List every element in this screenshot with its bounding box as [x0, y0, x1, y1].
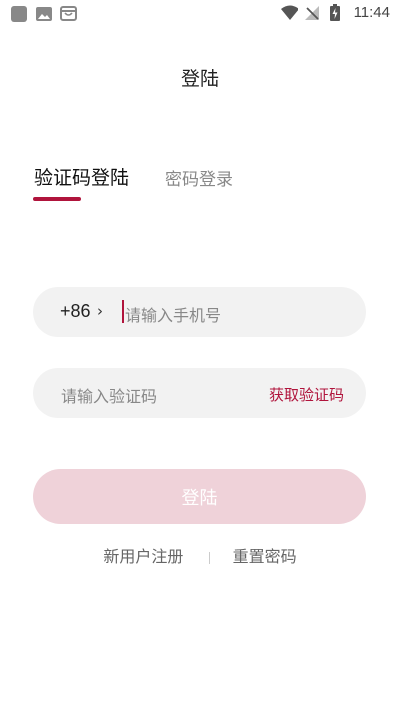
- register-link[interactable]: 新用户注册: [103, 543, 183, 567]
- battery-charging-icon: [327, 4, 344, 21]
- status-bar: 11:44: [0, 0, 400, 28]
- page-title: 登陆: [180, 68, 219, 90]
- get-code-button[interactable]: 获取验证码: [269, 384, 344, 405]
- login-button[interactable]: 登陆: [33, 469, 366, 524]
- status-right-icons: 11:44: [280, 4, 390, 21]
- wifi-icon: [280, 4, 298, 21]
- no-signal-icon: [304, 4, 321, 21]
- phone-input[interactable]: 请输入手机号: [125, 302, 221, 326]
- tab-active-indicator: [33, 197, 81, 201]
- login-button-label: 登陆: [181, 487, 218, 509]
- phone-field[interactable]: +86 › 请输入手机号: [33, 287, 366, 337]
- image-icon: [35, 5, 52, 22]
- square-app-icon: [10, 5, 27, 22]
- reset-password-link[interactable]: 重置密码: [233, 543, 297, 567]
- verification-code-field[interactable]: 请输入验证码 获取验证码: [33, 368, 366, 418]
- tab-sms-login[interactable]: 验证码登陆: [34, 163, 129, 190]
- status-left-icons: [10, 5, 77, 22]
- bottom-links: 新用户注册 重置密码: [0, 543, 400, 567]
- shopping-bag-icon: [60, 5, 77, 22]
- tab-password-login[interactable]: 密码登录: [165, 165, 233, 190]
- text-caret: [122, 300, 124, 323]
- chevron-right-icon[interactable]: ›: [97, 302, 103, 320]
- status-time: 11:44: [353, 4, 390, 21]
- link-divider: [208, 551, 210, 564]
- country-code-selector[interactable]: +86: [60, 301, 91, 322]
- verification-code-input[interactable]: 请输入验证码: [61, 383, 157, 407]
